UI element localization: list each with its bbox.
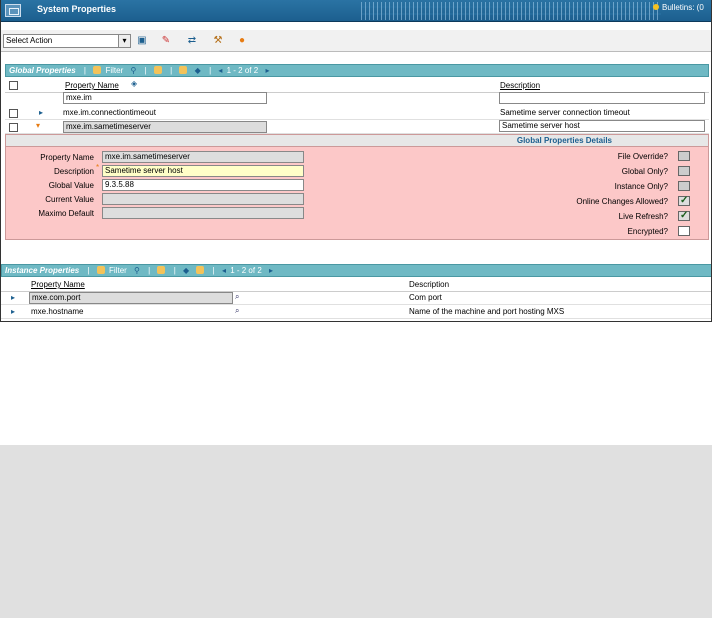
select-all-checkbox[interactable] (9, 81, 18, 90)
next-page-icon[interactable]: ▸ (269, 265, 273, 276)
filter-icon[interactable] (93, 66, 102, 74)
instance-only-checkbox (678, 181, 690, 191)
bulletins-link[interactable]: Bulletins: (0 (653, 3, 704, 12)
app-window: System Properties Bulletins: (0 Select A… (0, 0, 712, 322)
page-title: System Properties (37, 4, 117, 14)
global-value-label: Global Value (48, 181, 94, 190)
previous-page-icon[interactable]: ◆ (195, 65, 201, 76)
description-cell-input[interactable]: Sametime server host (499, 120, 705, 132)
clear-icon[interactable]: ✎ (159, 34, 173, 48)
maximo-default-field (102, 207, 304, 219)
description-cell: Com port (409, 293, 442, 302)
tools-icon[interactable]: ⚒ (211, 34, 225, 48)
next-page-icon[interactable]: ▸ (265, 65, 269, 76)
binoculars-icon[interactable]: ⚲ (130, 65, 136, 76)
description-cell: Sametime server connection timeout (500, 108, 630, 117)
live-refresh-label: Live Refresh? (618, 212, 668, 221)
filter-icon[interactable] (96, 266, 105, 274)
save-icon[interactable]: ▣ (135, 34, 149, 48)
online-changes-checkbox (678, 195, 690, 206)
binoculars-icon[interactable]: ⚲ (134, 265, 140, 276)
instance-table-header: Property Name Description (1, 278, 711, 292)
encrypted-checkbox[interactable] (678, 226, 690, 236)
property-name-cell: mxe.com.port (29, 292, 233, 304)
expand-row-icon[interactable]: ▸ (11, 293, 15, 302)
first-page-icon[interactable]: ◂ (218, 65, 222, 76)
table-row[interactable]: ▸ mxe.im.connectiontimeout Sametime serv… (5, 106, 709, 120)
lookup-icon[interactable]: ⌕ (235, 292, 239, 302)
filter-toggle[interactable]: Filter (105, 66, 123, 75)
property-name-cell: mxe.hostname (31, 307, 84, 316)
chevron-down-icon[interactable]: ▾ (118, 35, 130, 47)
filter-toggle[interactable]: Filter (109, 266, 127, 275)
table-row-selected[interactable]: ▾ mxe.im.sametimeserver Sametime server … (5, 120, 709, 134)
description-field[interactable]: Sametime server host (102, 165, 304, 177)
bulletins-icon (653, 4, 659, 10)
pagination-text: 1 - 2 of 2 (226, 66, 259, 75)
column-header-description: Description (409, 280, 450, 289)
application-icon (5, 4, 21, 17)
file-override-label: File Override? (617, 152, 668, 161)
property-name-label: Property Name (40, 153, 94, 162)
global-properties-details: Global Properties Details Property Name … (5, 134, 709, 240)
online-changes-label: Online Changes Allowed? (576, 197, 668, 206)
global-table-header: Property Name ◈ Description (5, 79, 709, 93)
help-icon[interactable]: ● (235, 34, 249, 48)
title-bar-pattern (361, 2, 661, 20)
select-action-dropdown[interactable]: Select Action ▾ (3, 34, 131, 48)
description-filter-input[interactable] (499, 92, 705, 104)
live-refresh-checkbox[interactable] (678, 210, 690, 221)
details-header: Global Properties Details (6, 135, 708, 147)
pagination-text: 1 - 2 of 2 (230, 266, 262, 275)
instance-properties-header: Instance Properties | Filter ⚲ | | ◆ | ◂… (1, 264, 711, 277)
column-header-description[interactable]: Description (500, 81, 540, 90)
encrypted-label: Encrypted? (627, 227, 668, 236)
blank-area (0, 445, 712, 618)
file-override-checkbox (678, 151, 690, 161)
description-cell: Name of the machine and port hosting MXS (409, 307, 565, 316)
property-name-filter-input[interactable]: mxe.im (63, 92, 267, 104)
toolbar: Select Action ▾ ▣ ✎ ⇄ ⚒ ● (1, 30, 711, 52)
current-value-label: Current Value (45, 195, 94, 204)
global-properties-header: Global Properties | Filter ⚲ | | ◆ | ◂ 1… (5, 64, 709, 77)
new-row-icon[interactable] (179, 66, 188, 74)
global-only-checkbox (678, 166, 690, 176)
property-name-cell: mxe.im.sametimeserver (63, 121, 267, 133)
row-checkbox[interactable] (9, 123, 18, 132)
global-filter-row: mxe.im (5, 92, 709, 106)
table-row[interactable]: ▸ mxe.com.port ⌕ Com port (1, 291, 711, 305)
current-value-field (102, 193, 304, 205)
table-row[interactable]: ▸ mxe.hostname ⌕ Name of the machine and… (1, 305, 711, 319)
new-row-icon[interactable] (196, 266, 205, 274)
sort-icon[interactable]: ◈ (131, 79, 137, 88)
title-bar: System Properties Bulletins: (0 (1, 0, 711, 22)
download-icon[interactable] (153, 66, 162, 74)
row-checkbox[interactable] (9, 109, 18, 118)
property-name-cell: mxe.im.connectiontimeout (63, 108, 156, 117)
global-value-field[interactable]: 9.3.5.88 (102, 179, 304, 191)
instance-only-label: Instance Only? (614, 182, 668, 191)
column-header-property-name[interactable]: Property Name (31, 280, 85, 289)
refresh-icon[interactable]: ⇄ (185, 34, 199, 48)
required-icon: * (96, 163, 100, 172)
lookup-icon[interactable]: ⌕ (235, 306, 239, 316)
collapse-row-icon[interactable]: ▾ (36, 121, 40, 130)
first-page-icon[interactable]: ◂ (222, 265, 226, 276)
global-only-label: Global Only? (621, 167, 668, 176)
previous-page-icon[interactable]: ◆ (183, 265, 189, 276)
description-label: Description (53, 167, 94, 176)
property-name-field: mxe.im.sametimeserver (102, 151, 304, 163)
download-icon[interactable] (157, 266, 166, 274)
expand-row-icon[interactable]: ▸ (11, 307, 15, 316)
maximo-default-label: Maximo Default (38, 209, 94, 218)
expand-row-icon[interactable]: ▸ (39, 108, 43, 117)
column-header-property-name[interactable]: Property Name (65, 81, 119, 90)
